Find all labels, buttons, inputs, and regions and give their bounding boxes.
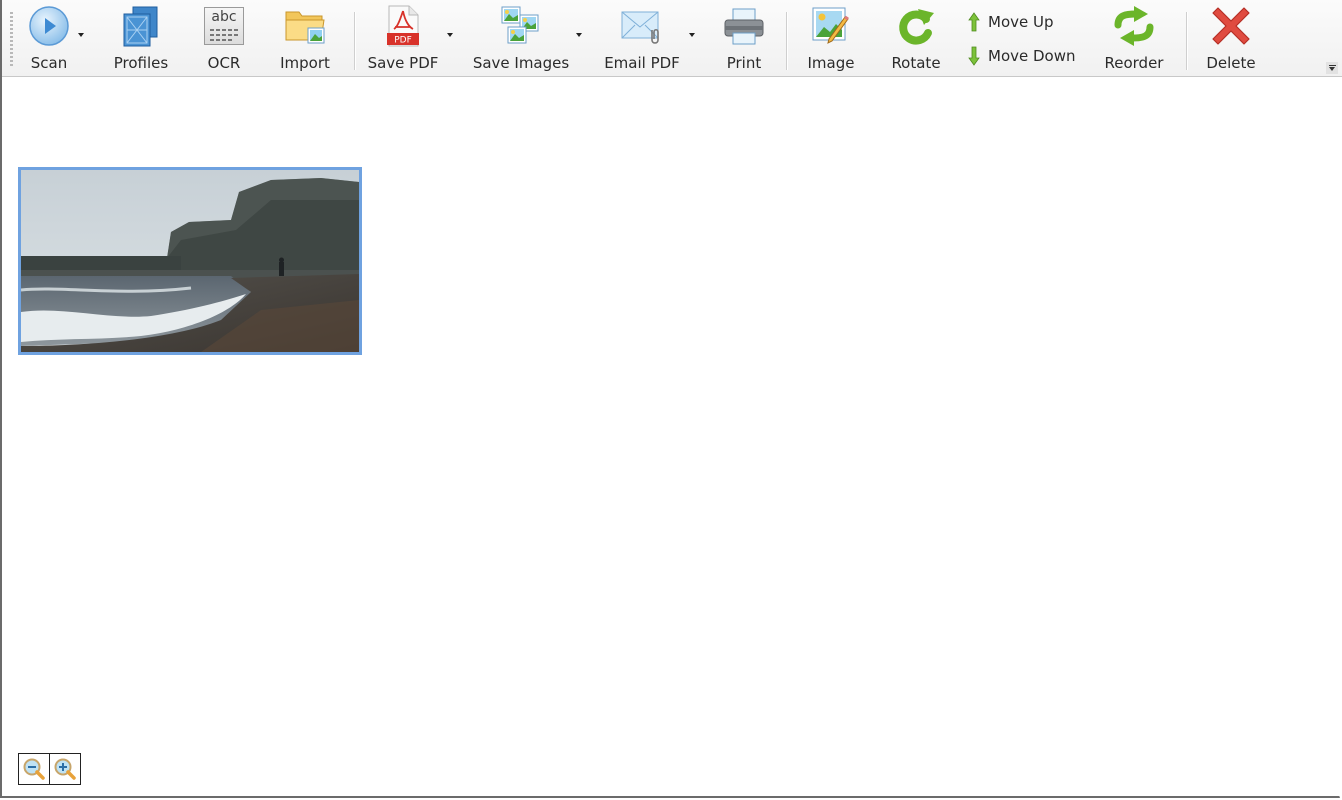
save-images-button[interactable]: Save Images [472, 4, 570, 72]
toolbar-grip[interactable] [10, 12, 13, 66]
print-label: Print [726, 54, 762, 72]
zoom-controls [18, 753, 81, 785]
save-pdf-label: Save PDF [367, 54, 439, 72]
toolbar: Scan Profiles abc OCR Import PDF Save PD… [2, 0, 1342, 77]
reorder-label: Reorder [1104, 54, 1164, 72]
scan-dropdown-arrow[interactable] [78, 33, 84, 37]
delete-label: Delete [1206, 54, 1256, 72]
pdf-file-icon: PDF [381, 4, 425, 48]
arrow-down-icon [968, 46, 980, 66]
arrow-up-icon [968, 12, 980, 32]
reorder-button[interactable]: Reorder [1102, 4, 1166, 72]
app-window: Scan Profiles abc OCR Import PDF Save PD… [0, 0, 1342, 798]
image-label: Image [807, 54, 855, 72]
rotate-arrow-icon [894, 4, 938, 48]
image-edit-icon [809, 4, 853, 48]
ocr-label: OCR [207, 54, 241, 72]
move-up-label: Move Up [988, 13, 1054, 31]
page-thumbnail-area[interactable] [4, 77, 1340, 796]
reorder-arrows-icon [1112, 4, 1156, 48]
images-stack-icon [499, 4, 543, 48]
scan-button[interactable]: Scan [24, 4, 74, 72]
rotate-button[interactable]: Rotate [890, 4, 942, 72]
beach-photo [21, 170, 359, 352]
ocr-icon-text: abc [211, 9, 237, 25]
profiles-blueprint-icon [119, 4, 163, 48]
save-pdf-dropdown-arrow[interactable] [447, 33, 453, 37]
print-button[interactable]: Print [720, 4, 768, 72]
folder-image-icon [283, 4, 327, 48]
image-button[interactable]: Image [805, 4, 857, 72]
toolbar-separator [1186, 12, 1188, 70]
save-pdf-button[interactable]: PDF Save PDF [368, 4, 438, 72]
play-circle-icon [27, 4, 71, 48]
profiles-button[interactable]: Profiles [112, 4, 170, 72]
move-down-label: Move Down [988, 47, 1076, 65]
zoom-out-button[interactable] [18, 753, 50, 785]
pdf-icon-text: PDF [394, 36, 412, 46]
delete-button[interactable]: Delete [1204, 4, 1258, 72]
move-down-button[interactable]: Move Down [968, 46, 1076, 66]
ocr-abc-icon: abc [202, 4, 246, 48]
zoom-in-icon [54, 758, 76, 780]
toolbar-separator [786, 12, 788, 70]
scan-label: Scan [30, 54, 68, 72]
save-images-dropdown-arrow[interactable] [576, 33, 582, 37]
import-button[interactable]: Import [278, 4, 332, 72]
printer-icon [722, 4, 766, 48]
rotate-label: Rotate [891, 54, 941, 72]
toolbar-overflow-icon [1328, 65, 1336, 66]
profiles-label: Profiles [113, 54, 169, 72]
email-pdf-dropdown-arrow[interactable] [689, 33, 695, 37]
ocr-button[interactable]: abc OCR [200, 4, 248, 72]
save-images-label: Save Images [472, 54, 570, 72]
red-x-icon [1209, 4, 1253, 48]
envelope-attachment-icon [620, 4, 664, 48]
toolbar-separator [354, 12, 356, 70]
move-up-button[interactable]: Move Up [968, 12, 1054, 32]
email-pdf-button[interactable]: Email PDF [604, 4, 680, 72]
page-thumbnail[interactable] [18, 167, 362, 355]
import-label: Import [280, 54, 330, 72]
zoom-out-icon [23, 758, 45, 780]
toolbar-overflow-button[interactable] [1326, 62, 1338, 74]
zoom-in-button[interactable] [50, 753, 81, 785]
email-pdf-label: Email PDF [604, 54, 680, 72]
